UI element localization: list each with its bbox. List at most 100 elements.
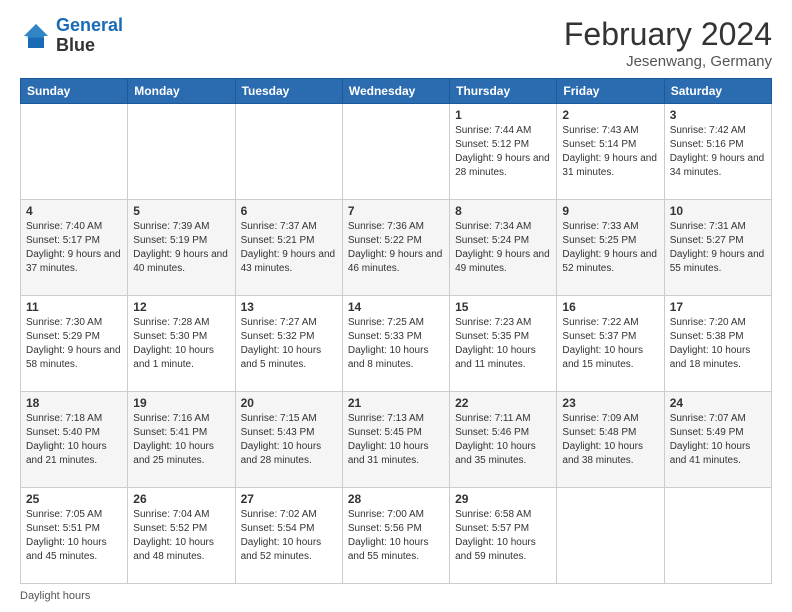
sunrise-text: Sunrise: 7:33 AM (562, 221, 638, 232)
calendar-cell: 16 Sunrise: 7:22 AM Sunset: 5:37 PM Dayl… (557, 296, 664, 392)
day-number: 2 (562, 108, 658, 122)
calendar-cell: 28 Sunrise: 7:00 AM Sunset: 5:56 PM Dayl… (342, 488, 449, 584)
calendar-cell: 10 Sunrise: 7:31 AM Sunset: 5:27 PM Dayl… (664, 200, 771, 296)
sunset-text: Sunset: 5:33 PM (348, 331, 422, 342)
sunrise-text: Sunrise: 7:20 AM (670, 317, 746, 328)
calendar-cell: 26 Sunrise: 7:04 AM Sunset: 5:52 PM Dayl… (128, 488, 235, 584)
day-number: 27 (241, 492, 337, 506)
day-info: Sunrise: 7:44 AM Sunset: 5:12 PM Dayligh… (455, 124, 551, 180)
sunset-text: Sunset: 5:40 PM (26, 427, 100, 438)
daylight-text: Daylight: 10 hours and 35 minutes. (455, 441, 536, 466)
sunset-text: Sunset: 5:45 PM (348, 427, 422, 438)
calendar-cell: 1 Sunrise: 7:44 AM Sunset: 5:12 PM Dayli… (450, 104, 557, 200)
sunset-text: Sunset: 5:38 PM (670, 331, 744, 342)
day-number: 3 (670, 108, 766, 122)
header: General Blue February 2024 Jesenwang, Ge… (20, 16, 772, 70)
sunset-text: Sunset: 5:22 PM (348, 235, 422, 246)
weekday-header-friday: Friday (557, 79, 664, 104)
daylight-text: Daylight: 9 hours and 37 minutes. (26, 249, 121, 274)
sunrise-text: Sunrise: 7:40 AM (26, 221, 102, 232)
daylight-text: Daylight: 9 hours and 43 minutes. (241, 249, 336, 274)
weekday-header-monday: Monday (128, 79, 235, 104)
page: General Blue February 2024 Jesenwang, Ge… (0, 0, 792, 612)
day-info: Sunrise: 7:27 AM Sunset: 5:32 PM Dayligh… (241, 316, 337, 372)
day-info: Sunrise: 7:36 AM Sunset: 5:22 PM Dayligh… (348, 220, 444, 276)
sunrise-text: Sunrise: 7:02 AM (241, 509, 317, 520)
calendar-cell (664, 488, 771, 584)
calendar-cell: 8 Sunrise: 7:34 AM Sunset: 5:24 PM Dayli… (450, 200, 557, 296)
calendar-cell (342, 104, 449, 200)
sunset-text: Sunset: 5:19 PM (133, 235, 207, 246)
calendar-week-4: 25 Sunrise: 7:05 AM Sunset: 5:51 PM Dayl… (21, 488, 772, 584)
calendar-cell: 29 Sunrise: 6:58 AM Sunset: 5:57 PM Dayl… (450, 488, 557, 584)
title-block: February 2024 Jesenwang, Germany (564, 16, 772, 70)
calendar-cell: 20 Sunrise: 7:15 AM Sunset: 5:43 PM Dayl… (235, 392, 342, 488)
logo: General Blue (20, 16, 123, 56)
daylight-text: Daylight: 10 hours and 48 minutes. (133, 537, 214, 562)
daylight-text: Daylight: 9 hours and 58 minutes. (26, 345, 121, 370)
sunset-text: Sunset: 5:37 PM (562, 331, 636, 342)
day-number: 11 (26, 300, 122, 314)
daylight-text: Daylight: 9 hours and 31 minutes. (562, 153, 657, 178)
day-info: Sunrise: 7:33 AM Sunset: 5:25 PM Dayligh… (562, 220, 658, 276)
sunrise-text: Sunrise: 6:58 AM (455, 509, 531, 520)
sunrise-text: Sunrise: 7:37 AM (241, 221, 317, 232)
sunrise-text: Sunrise: 7:11 AM (455, 413, 530, 424)
day-info: Sunrise: 7:30 AM Sunset: 5:29 PM Dayligh… (26, 316, 122, 372)
daylight-text: Daylight: 10 hours and 31 minutes. (348, 441, 429, 466)
sunrise-text: Sunrise: 7:05 AM (26, 509, 102, 520)
daylight-text: Daylight: 10 hours and 38 minutes. (562, 441, 643, 466)
day-number: 25 (26, 492, 122, 506)
sunrise-text: Sunrise: 7:28 AM (133, 317, 209, 328)
calendar-cell: 21 Sunrise: 7:13 AM Sunset: 5:45 PM Dayl… (342, 392, 449, 488)
sunrise-text: Sunrise: 7:34 AM (455, 221, 531, 232)
day-info: Sunrise: 7:43 AM Sunset: 5:14 PM Dayligh… (562, 124, 658, 180)
sunrise-text: Sunrise: 7:44 AM (455, 125, 531, 136)
day-info: Sunrise: 7:42 AM Sunset: 5:16 PM Dayligh… (670, 124, 766, 180)
sunrise-text: Sunrise: 7:13 AM (348, 413, 424, 424)
day-info: Sunrise: 7:18 AM Sunset: 5:40 PM Dayligh… (26, 412, 122, 468)
day-number: 24 (670, 396, 766, 410)
day-number: 23 (562, 396, 658, 410)
calendar-cell: 27 Sunrise: 7:02 AM Sunset: 5:54 PM Dayl… (235, 488, 342, 584)
sunrise-text: Sunrise: 7:25 AM (348, 317, 424, 328)
day-info: Sunrise: 7:22 AM Sunset: 5:37 PM Dayligh… (562, 316, 658, 372)
calendar-cell: 25 Sunrise: 7:05 AM Sunset: 5:51 PM Dayl… (21, 488, 128, 584)
day-info: Sunrise: 7:39 AM Sunset: 5:19 PM Dayligh… (133, 220, 229, 276)
calendar-cell: 2 Sunrise: 7:43 AM Sunset: 5:14 PM Dayli… (557, 104, 664, 200)
sunrise-text: Sunrise: 7:39 AM (133, 221, 209, 232)
calendar-cell: 12 Sunrise: 7:28 AM Sunset: 5:30 PM Dayl… (128, 296, 235, 392)
day-info: Sunrise: 7:11 AM Sunset: 5:46 PM Dayligh… (455, 412, 551, 468)
sunset-text: Sunset: 5:17 PM (26, 235, 100, 246)
logo-text: General Blue (56, 16, 123, 56)
sunset-text: Sunset: 5:51 PM (26, 523, 100, 534)
day-info: Sunrise: 7:02 AM Sunset: 5:54 PM Dayligh… (241, 508, 337, 564)
sunrise-text: Sunrise: 7:00 AM (348, 509, 424, 520)
day-number: 17 (670, 300, 766, 314)
calendar-cell: 18 Sunrise: 7:18 AM Sunset: 5:40 PM Dayl… (21, 392, 128, 488)
sunrise-text: Sunrise: 7:31 AM (670, 221, 746, 232)
footer: Daylight hours (20, 590, 772, 602)
calendar-table: SundayMondayTuesdayWednesdayThursdayFrid… (20, 78, 772, 584)
day-number: 15 (455, 300, 551, 314)
calendar-cell: 9 Sunrise: 7:33 AM Sunset: 5:25 PM Dayli… (557, 200, 664, 296)
weekday-header-sunday: Sunday (21, 79, 128, 104)
sunset-text: Sunset: 5:52 PM (133, 523, 207, 534)
calendar-cell: 23 Sunrise: 7:09 AM Sunset: 5:48 PM Dayl… (557, 392, 664, 488)
daylight-text: Daylight: 9 hours and 34 minutes. (670, 153, 765, 178)
calendar-cell: 4 Sunrise: 7:40 AM Sunset: 5:17 PM Dayli… (21, 200, 128, 296)
sunset-text: Sunset: 5:35 PM (455, 331, 529, 342)
calendar-cell: 22 Sunrise: 7:11 AM Sunset: 5:46 PM Dayl… (450, 392, 557, 488)
day-number: 6 (241, 204, 337, 218)
calendar-cell: 24 Sunrise: 7:07 AM Sunset: 5:49 PM Dayl… (664, 392, 771, 488)
calendar-cell (21, 104, 128, 200)
day-number: 10 (670, 204, 766, 218)
sunset-text: Sunset: 5:24 PM (455, 235, 529, 246)
daylight-text: Daylight: 10 hours and 8 minutes. (348, 345, 429, 370)
sunset-text: Sunset: 5:46 PM (455, 427, 529, 438)
day-number: 22 (455, 396, 551, 410)
calendar-cell: 5 Sunrise: 7:39 AM Sunset: 5:19 PM Dayli… (128, 200, 235, 296)
sunset-text: Sunset: 5:57 PM (455, 523, 529, 534)
sunrise-text: Sunrise: 7:15 AM (241, 413, 317, 424)
day-number: 29 (455, 492, 551, 506)
